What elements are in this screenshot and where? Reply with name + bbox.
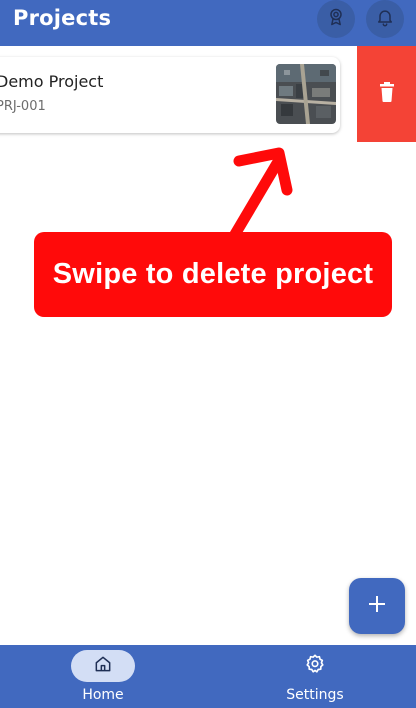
swipe-hint-text: Swipe to delete project: [52, 258, 374, 290]
home-icon: [93, 654, 113, 678]
plus-icon: [369, 596, 385, 616]
trash-icon: [378, 82, 396, 106]
gear-icon: [304, 653, 326, 679]
project-code: PRJ-001: [0, 99, 46, 114]
bell-icon: [375, 7, 395, 31]
app-bar: Projects: [0, 0, 416, 46]
nav-label-settings: Settings: [286, 687, 344, 703]
project-thumbnail: [276, 64, 336, 124]
add-project-button[interactable]: [349, 578, 405, 634]
nav-home-indicator: [71, 650, 135, 682]
nav-label-home: Home: [82, 687, 124, 703]
bottom-navigation: Home Settings: [0, 645, 416, 708]
swipe-hint-callout: Swipe to delete project: [34, 232, 392, 317]
project-card[interactable]: Demo Project PRJ-001: [0, 57, 340, 133]
nav-settings-indicator: [283, 650, 347, 682]
swipe-delete-action[interactable]: [357, 46, 416, 142]
notifications-button[interactable]: [366, 0, 404, 38]
award-button[interactable]: [317, 0, 355, 38]
nav-item-home[interactable]: Home: [53, 645, 153, 708]
award-icon: [326, 7, 346, 31]
nav-item-settings[interactable]: Settings: [265, 645, 365, 708]
project-name: Demo Project: [0, 72, 104, 91]
page-title: Projects: [13, 6, 112, 30]
